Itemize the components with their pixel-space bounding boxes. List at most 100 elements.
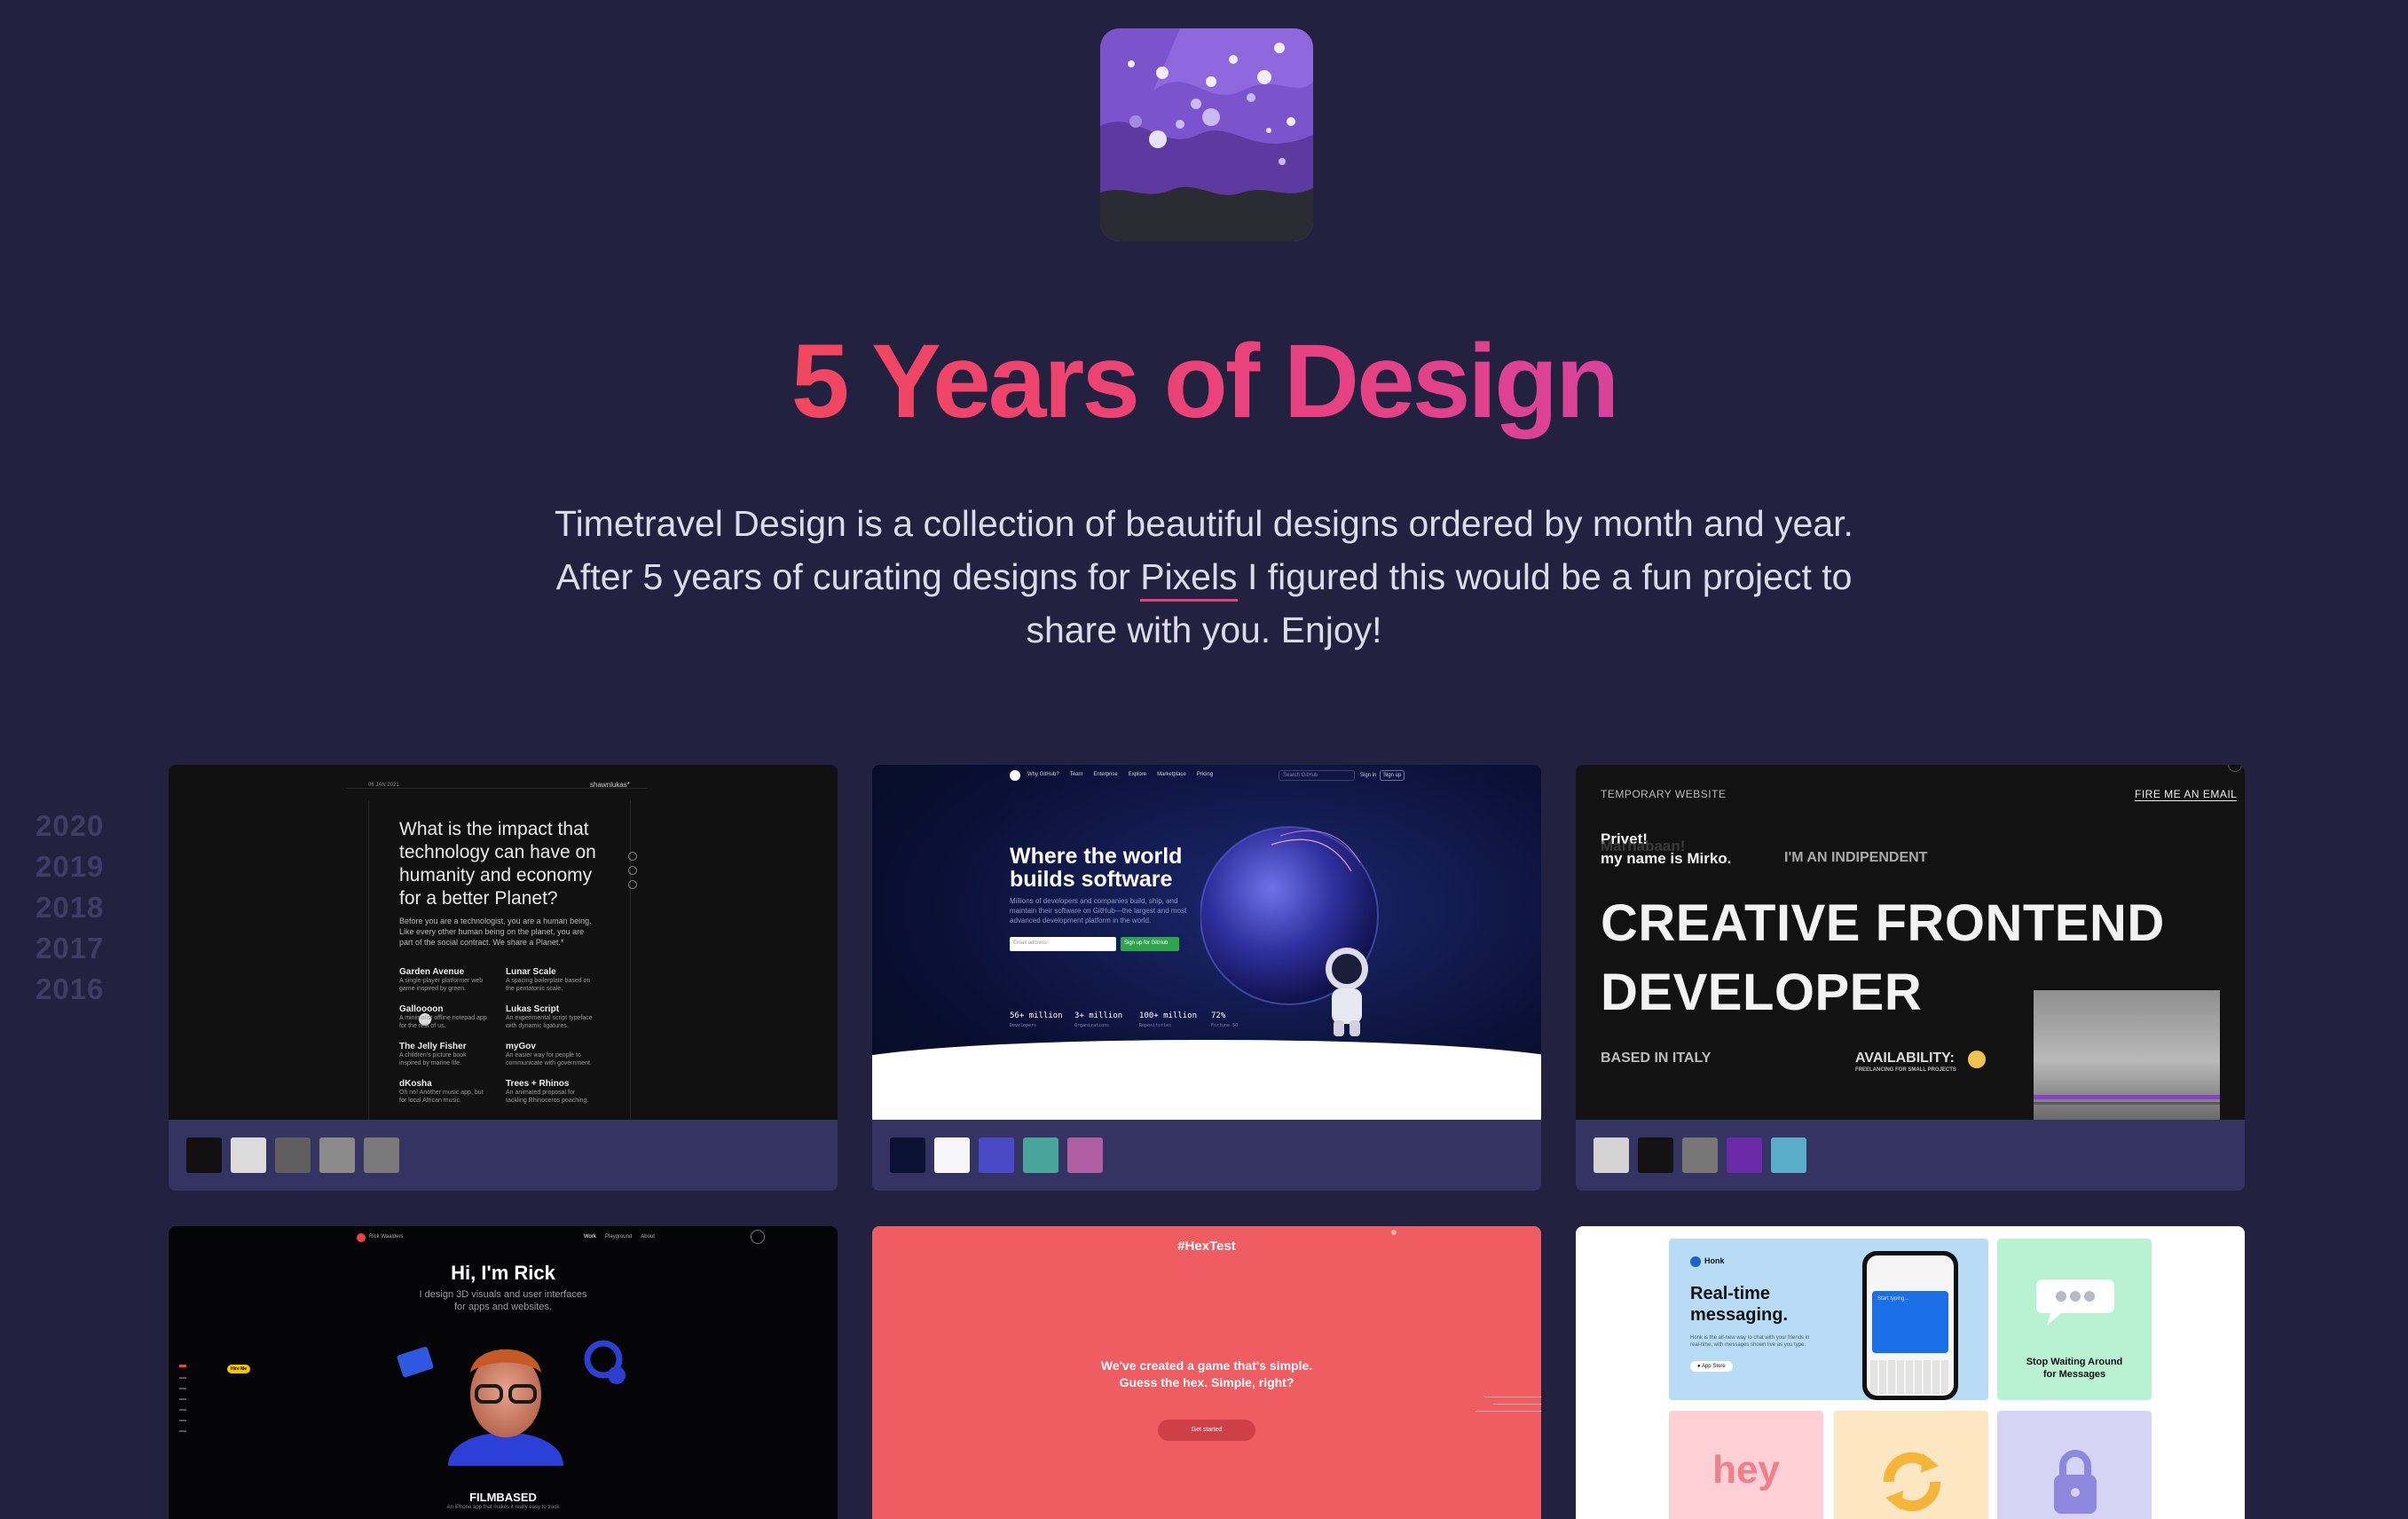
nav-item[interactable]: Explore xyxy=(1129,772,1146,777)
feature-panel: Stop Waiting Around for Messages xyxy=(1997,1239,2152,1400)
nav-item[interactable]: Work xyxy=(584,1234,596,1240)
github-logo-icon xyxy=(1010,770,1020,781)
color-swatch[interactable] xyxy=(890,1137,925,1173)
project-item[interactable]: Lunar Scale A spacing boilerplate based o… xyxy=(506,967,594,993)
body-text: Before you are a technologist, you are a… xyxy=(399,917,592,947)
color-swatch[interactable] xyxy=(1727,1137,1762,1173)
color-swatch[interactable] xyxy=(364,1137,399,1173)
color-swatch[interactable] xyxy=(186,1137,222,1173)
project-item[interactable]: Trees + Rhinos An animated proposal for t… xyxy=(506,1079,594,1105)
signup-button[interactable]: Sign up xyxy=(1380,770,1405,781)
design-card-rick[interactable]: Rick Waalders Work Playground About Hi, … xyxy=(169,1226,838,1519)
project-item[interactable]: The Jelly Fisher A children's picture boo… xyxy=(399,1042,488,1067)
project-item[interactable]: Garden Avenue A single-player platformer … xyxy=(399,967,488,993)
tile-lock xyxy=(1997,1411,2152,1519)
keyboard xyxy=(1870,1360,1950,1394)
stat-item: 3+ million Organizations xyxy=(1074,1011,1123,1028)
color-swatch[interactable] xyxy=(1638,1137,1673,1173)
color-palette xyxy=(1576,1120,2245,1191)
headline: Where the world builds software xyxy=(1010,844,1183,892)
top-nav: Work Playground About xyxy=(584,1234,655,1240)
design-card-github[interactable]: Why GitHub? Team Enterprise Explore Mark… xyxy=(872,765,1541,1191)
email-link[interactable]: FIRE ME AN EMAIL xyxy=(2135,788,2238,801)
location-text: BASED IN ITALY xyxy=(1601,1051,1712,1066)
card-screenshot[interactable]: #HexTest We've created a game that's sim… xyxy=(872,1226,1541,1519)
year-link-2016[interactable]: 2016 xyxy=(35,969,104,1010)
nav-item[interactable]: Why GitHub? xyxy=(1027,772,1059,777)
get-started-button[interactable]: Get started xyxy=(1158,1420,1255,1441)
email-input[interactable]: Email address xyxy=(1010,937,1116,951)
lock-icon xyxy=(2054,1450,2097,1514)
project-item[interactable]: myGov An easier way for people to communi… xyxy=(506,1042,594,1067)
nav-item[interactable]: Team xyxy=(1070,772,1083,777)
card-screenshot[interactable]: TEMPORARY WEBSITE FIRE ME AN EMAIL Prive… xyxy=(1576,765,2245,1120)
top-nav: Why GitHub? Team Enterprise Explore Mark… xyxy=(1027,772,1213,777)
nav-item[interactable]: Marketplace xyxy=(1157,772,1186,777)
color-swatch[interactable] xyxy=(319,1137,355,1173)
color-swatch[interactable] xyxy=(275,1137,311,1173)
color-swatch[interactable] xyxy=(231,1137,266,1173)
signup-cta-button[interactable]: Sign up for GitHub xyxy=(1121,937,1179,951)
project-title: FILMBASED xyxy=(469,1491,537,1504)
tile-hey: hey xyxy=(1669,1411,1823,1519)
phone-mockup: Start typing... xyxy=(1862,1251,1958,1400)
circle-icon[interactable] xyxy=(628,866,637,875)
app-store-button[interactable]: ● App Store xyxy=(1690,1361,1733,1372)
brand-logo-icon xyxy=(357,1233,366,1242)
card-screenshot[interactable]: Honk Real-time messaging. Honk is the all… xyxy=(1576,1226,2245,1519)
headline: Hi, I'm Rick xyxy=(451,1262,555,1284)
hire-badge[interactable]: Hire Me xyxy=(227,1365,251,1373)
nav-item[interactable]: Playground xyxy=(605,1234,632,1240)
stat-item: 56+ million Developers xyxy=(1010,1011,1063,1028)
color-swatch[interactable] xyxy=(1594,1137,1629,1173)
pixels-link[interactable]: Pixels xyxy=(1140,556,1238,602)
availability-sub: FREELANCING FOR SMALL PROJECTS xyxy=(1855,1067,1956,1073)
intro-name: my name is Mirko. xyxy=(1601,850,1732,867)
color-swatch[interactable] xyxy=(1682,1137,1718,1173)
year-link-2017[interactable]: 2017 xyxy=(35,928,104,969)
color-palette xyxy=(872,1120,1541,1191)
nav-item[interactable]: Pricing xyxy=(1197,772,1213,777)
color-swatch[interactable] xyxy=(1023,1137,1058,1173)
card-screenshot[interactable]: 06 JAN 2021 shawnlukas* What is the impa… xyxy=(169,765,838,1120)
design-card-hextest[interactable]: #HexTest We've created a game that's sim… xyxy=(872,1226,1541,1519)
menu-icon[interactable] xyxy=(751,1230,765,1244)
tagline: We've created a game that's simple. Guess… xyxy=(1100,1358,1313,1389)
hey-text: hey xyxy=(1712,1448,1780,1491)
circle-icon[interactable] xyxy=(628,880,637,889)
headline: Real-time messaging. xyxy=(1690,1284,1789,1325)
nav-item[interactable]: About xyxy=(641,1234,655,1240)
design-card-shawnlukas[interactable]: 06 JAN 2021 shawnlukas* What is the impa… xyxy=(169,765,838,1191)
year-link-2018[interactable]: 2018 xyxy=(35,887,104,928)
design-card-honk[interactable]: Honk Real-time messaging. Honk is the all… xyxy=(1576,1226,2245,1519)
card-screenshot[interactable]: Rick Waalders Work Playground About Hi, … xyxy=(169,1226,838,1519)
nav-item[interactable]: Enterprise xyxy=(1093,772,1117,777)
color-swatch[interactable] xyxy=(979,1137,1014,1173)
project-item[interactable]: Galloooon A minimalist offline notepad ap… xyxy=(399,1004,488,1030)
stat-item: 72% Fortune 50 xyxy=(1211,1011,1239,1028)
headline: What is the impact that technology can h… xyxy=(399,819,596,909)
color-palette xyxy=(169,1120,838,1191)
year-link-2020[interactable]: 2020 xyxy=(35,806,104,846)
tile-sync xyxy=(1834,1411,1988,1519)
color-swatch[interactable] xyxy=(934,1137,970,1173)
project-item[interactable]: Lukas Script An experimental script typef… xyxy=(506,1004,594,1030)
year-link-2019[interactable]: 2019 xyxy=(35,846,104,887)
circle-icon[interactable] xyxy=(628,852,637,861)
search-input[interactable]: Search GitHub xyxy=(1279,770,1355,781)
project-item[interactable]: dKosha Oh no! Another music app, but for … xyxy=(399,1079,488,1105)
subheadline: I design 3D visuals and user interfaces f… xyxy=(419,1289,587,1312)
design-card-mirko[interactable]: TEMPORARY WEBSITE FIRE ME AN EMAIL Prive… xyxy=(1576,765,2245,1191)
signin-link[interactable]: Sign in xyxy=(1360,773,1376,778)
body-text: Millions of developers and companies bui… xyxy=(1010,897,1187,925)
brand-name: Rick Waalders xyxy=(369,1234,404,1240)
intro-text: Timetravel Design is a collection of bea… xyxy=(555,503,1853,650)
color-swatch[interactable] xyxy=(1067,1137,1103,1173)
color-swatch[interactable] xyxy=(1771,1137,1806,1173)
sync-icon xyxy=(1884,1452,1940,1512)
message-bubble: Start typing... xyxy=(1872,1291,1948,1353)
brand-name: Honk xyxy=(1704,1256,1725,1265)
year-nav: 2020 2019 2018 2017 2016 xyxy=(35,806,104,1010)
card-screenshot[interactable]: Why GitHub? Team Enterprise Explore Mark… xyxy=(872,765,1541,1120)
apple-icon: ● xyxy=(1697,1364,1701,1369)
